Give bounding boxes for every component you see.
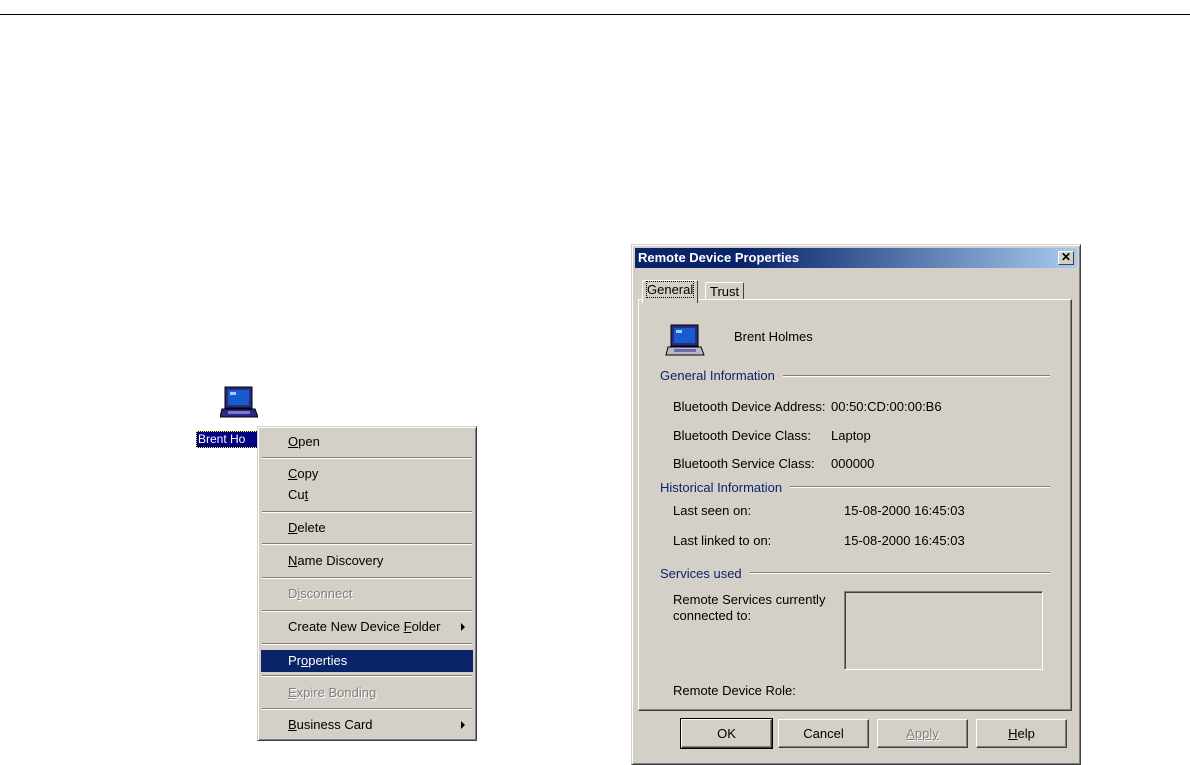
last-linked-value: 15-08-2000 16:45:03	[844, 533, 965, 548]
menu-item-delete[interactable]: Delete	[261, 517, 473, 539]
dialog-titlebar[interactable]: Remote Device Properties ✕	[635, 248, 1077, 268]
general-information-heading: General Information	[660, 368, 783, 383]
menu-separator	[262, 675, 472, 677]
tab-general[interactable]: General	[642, 280, 699, 303]
apply-button: Apply	[877, 719, 968, 748]
desktop-icon-label[interactable]: Brent Ho	[196, 431, 258, 448]
menu-separator	[262, 511, 472, 513]
menu-separator	[262, 457, 472, 459]
close-icon[interactable]: ✕	[1058, 251, 1074, 265]
menu-item-copy[interactable]: Copy	[261, 463, 473, 485]
menu-separator	[262, 643, 472, 645]
menu-separator	[262, 577, 472, 579]
laptop-icon[interactable]	[220, 386, 258, 420]
bluetooth-service-class-label: Bluetooth Service Class:	[673, 456, 815, 471]
remote-device-role-label: Remote Device Role:	[673, 683, 796, 698]
cancel-button[interactable]: Cancel	[778, 719, 869, 748]
dialog-title: Remote Device Properties	[638, 250, 800, 265]
menu-separator	[262, 610, 472, 612]
remote-services-list[interactable]	[844, 591, 1043, 670]
context-menu: Open Copy Cut Delete Name Discovery Disc…	[257, 426, 477, 741]
historical-information-heading: Historical Information	[660, 480, 791, 495]
tab-trust[interactable]: Trust	[705, 282, 745, 300]
last-seen-value: 15-08-2000 16:45:03	[844, 503, 965, 518]
menu-item-create-new-device-folder[interactable]: Create New Device Folder	[261, 616, 473, 638]
menu-item-properties[interactable]: Properties	[261, 650, 473, 672]
submenu-arrow-icon	[461, 623, 465, 631]
device-name: Brent Holmes	[734, 329, 813, 344]
top-divider-line	[0, 14, 1190, 15]
submenu-arrow-icon	[461, 721, 465, 729]
bluetooth-device-address-label: Bluetooth Device Address:	[673, 399, 826, 414]
menu-item-expire-bonding: Expire Bonding	[288, 685, 377, 700]
menu-separator	[262, 708, 472, 710]
menu-item-name-discovery[interactable]: Name Discovery	[261, 550, 473, 572]
bluetooth-device-address-value: 00:50:CD:00:00:B6	[831, 399, 942, 414]
bluetooth-service-class-value: 000000	[831, 456, 875, 471]
help-button[interactable]: Help	[976, 719, 1067, 748]
menu-separator	[262, 543, 472, 545]
bluetooth-device-class-value: Laptop	[831, 428, 871, 443]
last-seen-label: Last seen on:	[673, 503, 752, 518]
services-used-heading: Services used	[660, 566, 750, 581]
bluetooth-device-class-label: Bluetooth Device Class:	[673, 428, 812, 443]
remote-services-label-line2: connected to:	[673, 608, 752, 623]
laptop-icon	[665, 324, 705, 356]
remote-services-label-line1: Remote Services currently	[673, 592, 826, 607]
last-linked-label: Last linked to on:	[673, 533, 772, 548]
menu-item-disconnect: Disconnect	[288, 586, 353, 601]
remote-device-properties-dialog: Remote Device Properties ✕ General Trust…	[631, 244, 1081, 765]
menu-item-business-card[interactable]: Business Card	[261, 714, 473, 736]
menu-item-open[interactable]: Open	[261, 431, 473, 453]
menu-item-cut[interactable]: Cut	[261, 484, 473, 506]
ok-button[interactable]: OK	[680, 718, 773, 749]
